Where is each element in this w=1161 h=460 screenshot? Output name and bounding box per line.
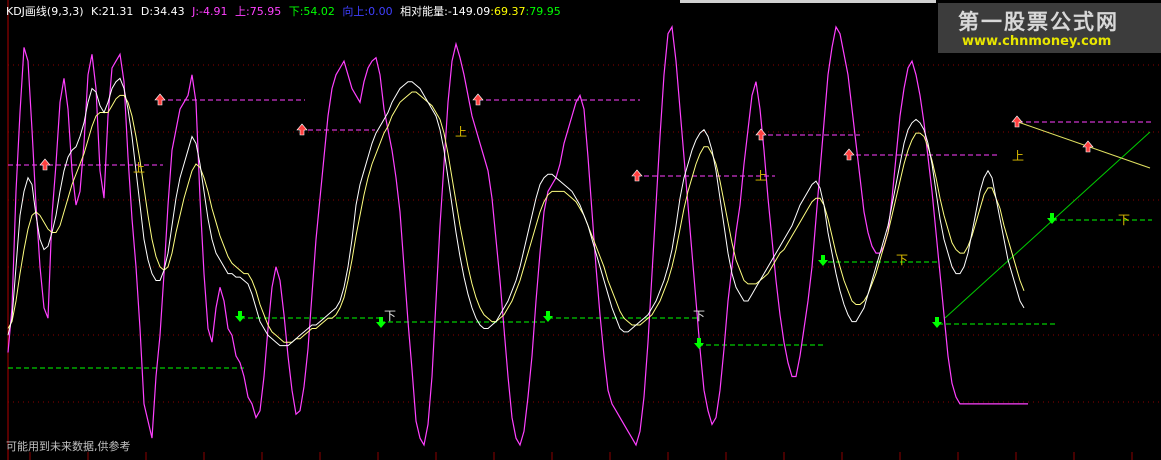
signal-label: 下	[693, 309, 705, 323]
up-arrow-icon	[154, 93, 166, 106]
signal-label: 上	[133, 161, 145, 175]
support-resistance-lines	[8, 99, 1152, 369]
d-value: D:34.43	[140, 5, 185, 18]
energy-value-2: :69.37	[490, 5, 526, 18]
down-arrow-icon	[235, 311, 245, 322]
up-arrow-icon	[1011, 115, 1023, 128]
d-line	[7, 91, 1025, 343]
chart-grid	[7, 0, 1161, 460]
signal-label: 上	[1012, 149, 1024, 163]
signal-label: 下	[1118, 213, 1130, 227]
watermark-url: www.chnmoney.com	[962, 34, 1112, 49]
down-value: 下:54.02	[288, 5, 335, 18]
series-lines	[7, 25, 1028, 447]
indicator-header: KDJ画线(9,3,3) K:21.31 D:34.43 J:-4.91 上:7…	[6, 3, 565, 19]
upward-value: 向上:0.00	[342, 5, 393, 18]
down-arrow-icon	[543, 311, 553, 322]
up-value: 上:75.95	[235, 5, 282, 18]
down-arrow-icon	[1047, 213, 1057, 224]
up-arrow-icon	[631, 169, 643, 182]
signal-label: 下	[896, 253, 908, 267]
j-value: J:-4.91	[192, 5, 228, 18]
trend-line-down	[1017, 121, 1151, 169]
up-arrow-icon	[843, 148, 855, 161]
signal-label: 上	[455, 125, 467, 139]
k-line	[7, 77, 1025, 347]
down-arrow-icon	[694, 338, 704, 349]
up-arrow-icon	[1082, 140, 1094, 153]
up-arrow-icon	[296, 123, 308, 136]
watermark-title: 第一股票公式网	[958, 10, 1119, 34]
down-arrow-icon	[932, 317, 942, 328]
signal-label: 下	[384, 309, 396, 323]
energy-value-3: :79.95	[525, 5, 561, 18]
up-arrow-icon	[472, 93, 484, 106]
signal-label: 上	[755, 169, 767, 183]
down-arrow-icon	[818, 255, 828, 266]
k-value: K:21.31	[91, 5, 134, 18]
kdj-chart: 上上上上下 下下下	[7, 0, 1161, 460]
up-arrow-icon	[755, 128, 767, 141]
energy-value: 相对能量:-149.09	[400, 5, 491, 18]
j-line	[7, 25, 1028, 447]
up-arrow-icon	[39, 158, 51, 171]
indicator-name: KDJ画线(9,3,3)	[6, 5, 84, 18]
footer-note: 可能用到未来数据,供参考	[6, 440, 131, 453]
